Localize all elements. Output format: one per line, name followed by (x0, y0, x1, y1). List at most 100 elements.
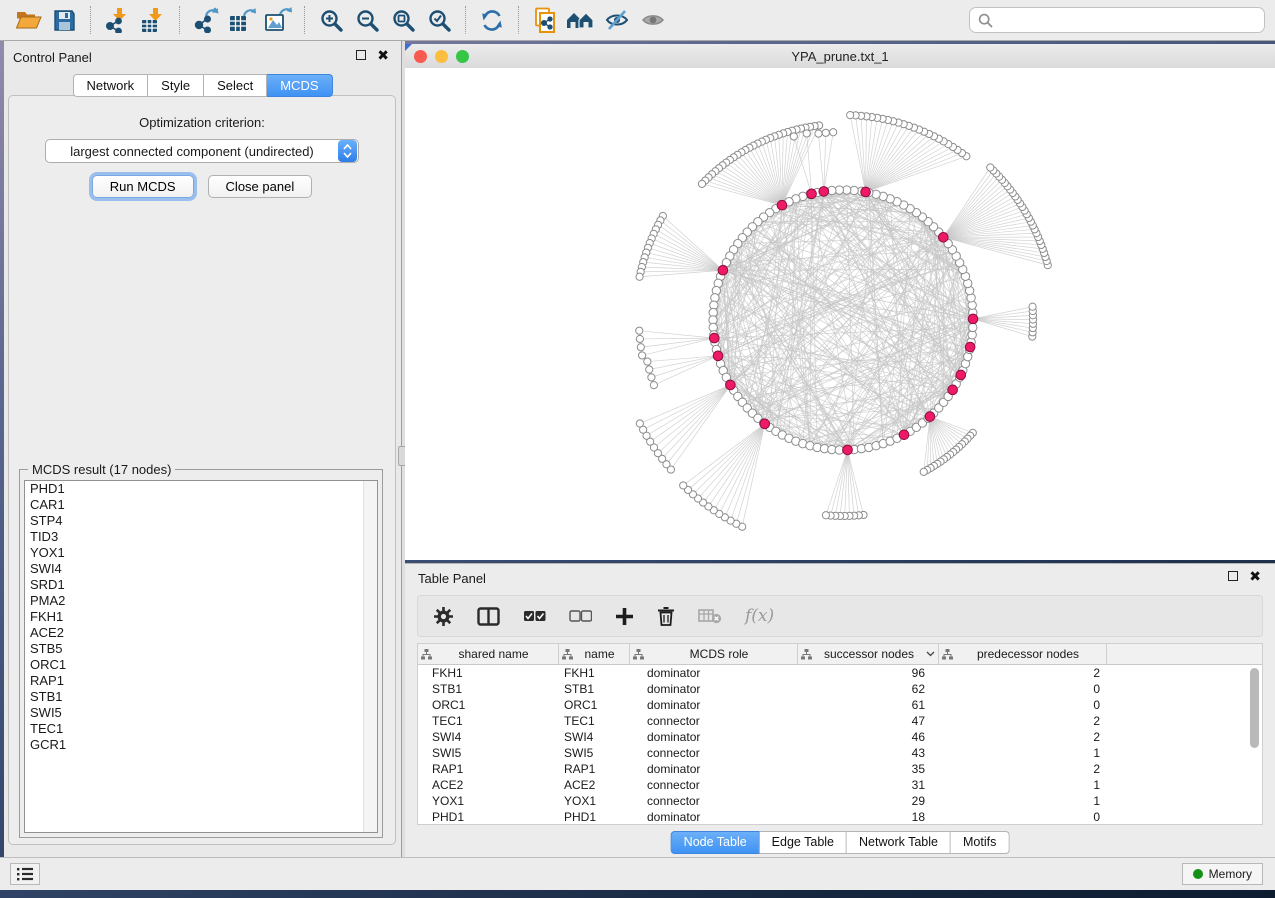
graph-mcds-node[interactable] (956, 370, 966, 380)
graph-mcds-node[interactable] (713, 351, 723, 361)
table-row[interactable]: SWI4SWI4dominator462 (418, 729, 1262, 745)
graph-node[interactable] (790, 133, 797, 140)
add-column-button[interactable] (615, 607, 634, 626)
mcds-result-item[interactable]: CAR1 (25, 497, 377, 513)
import-table-button[interactable] (135, 4, 171, 36)
graph-node[interactable] (830, 129, 837, 136)
export-network-button[interactable] (188, 4, 224, 36)
graph-node[interactable] (638, 352, 645, 359)
show-all-button[interactable] (635, 4, 671, 36)
search-box[interactable] (969, 7, 1265, 33)
mcds-list-scrollbar[interactable] (363, 481, 377, 832)
graph-mcds-node[interactable] (718, 265, 728, 275)
table-row[interactable]: FKH1FKH1dominator962 (418, 665, 1262, 681)
tab-motifs[interactable]: Motifs (951, 831, 1009, 854)
network-view-titlebar[interactable]: YPA_prune.txt_1 (405, 44, 1275, 69)
mcds-result-item[interactable]: RAP1 (25, 673, 377, 689)
column-header-successor-nodes[interactable]: successor nodes (798, 644, 939, 664)
delete-table-button[interactable] (698, 608, 722, 624)
mcds-result-list[interactable]: PHD1CAR1STP4TID3YOX1SWI4SRD1PMA2FKH1ACE2… (24, 480, 378, 833)
split-panel-button[interactable] (477, 607, 500, 626)
table-row[interactable]: ORC1ORC1dominator610 (418, 697, 1262, 713)
graph-node[interactable] (636, 327, 643, 334)
export-table-button[interactable] (224, 4, 260, 36)
float-panel-icon[interactable] (356, 50, 366, 60)
table-row[interactable]: TEC1TEC1connector472 (418, 713, 1262, 729)
graph-mcds-node[interactable] (843, 445, 853, 455)
graph-node[interactable] (987, 164, 994, 171)
column-header-shared-name[interactable]: shared name (418, 644, 559, 664)
mcds-result-item[interactable]: PHD1 (25, 481, 377, 497)
mcds-result-item[interactable]: STB1 (25, 689, 377, 705)
first-neighbors-button[interactable] (563, 4, 599, 36)
graph-node[interactable] (822, 129, 829, 136)
graph-node[interactable] (1029, 303, 1036, 310)
graph-node[interactable] (920, 468, 927, 475)
mcds-result-item[interactable]: YOX1 (25, 545, 377, 561)
tab-mcds[interactable]: MCDS (267, 74, 332, 97)
tab-select[interactable]: Select (204, 74, 267, 97)
graph-mcds-node[interactable] (709, 333, 719, 343)
memory-button[interactable]: Memory (1182, 863, 1263, 885)
import-network-button[interactable] (99, 4, 135, 36)
graph-node[interactable] (822, 512, 829, 519)
select-all-rows-button[interactable] (523, 609, 546, 623)
mcds-result-item[interactable]: TID3 (25, 529, 377, 545)
graph-node[interactable] (847, 112, 854, 119)
mcds-result-item[interactable]: STP4 (25, 513, 377, 529)
mcds-result-item[interactable]: GCR1 (25, 737, 377, 753)
status-menu-button[interactable] (10, 863, 40, 885)
mcds-result-item[interactable]: ORC1 (25, 657, 377, 673)
table-row[interactable]: PHD1PHD1dominator180 (418, 809, 1262, 825)
graph-mcds-node[interactable] (899, 430, 909, 440)
function-builder-button[interactable]: f(x) (745, 606, 774, 626)
zoom-in-button[interactable] (313, 4, 349, 36)
delete-columns-button[interactable] (657, 606, 675, 626)
graph-node[interactable] (636, 420, 643, 427)
table-row[interactable]: STB1STB1dominator620 (418, 681, 1262, 697)
graph-mcds-node[interactable] (861, 187, 871, 197)
table-row[interactable]: RAP1RAP1dominator352 (418, 761, 1262, 777)
table-row[interactable]: YOX1YOX1connector291 (418, 793, 1262, 809)
mcds-result-item[interactable]: PMA2 (25, 593, 377, 609)
table-settings-button[interactable] (433, 606, 454, 627)
graph-node[interactable] (680, 482, 687, 489)
minimize-window-icon[interactable] (435, 50, 448, 63)
close-panel-icon[interactable]: ✖ (1249, 571, 1261, 581)
column-header-predecessor-nodes[interactable]: predecessor nodes (939, 644, 1107, 664)
hide-selected-button[interactable] (599, 4, 635, 36)
graph-node[interactable] (636, 273, 643, 280)
column-header-name[interactable]: name (559, 644, 630, 664)
tab-network[interactable]: Network (72, 74, 148, 97)
mcds-result-item[interactable]: SWI4 (25, 561, 377, 577)
float-panel-icon[interactable] (1228, 571, 1238, 581)
run-mcds-button[interactable]: Run MCDS (92, 175, 194, 198)
splitter-collapse-icon[interactable] (405, 44, 412, 51)
new-network-from-selection-button[interactable] (527, 4, 563, 36)
graph-mcds-node[interactable] (760, 419, 770, 429)
save-session-button[interactable] (46, 4, 82, 36)
zoom-selected-button[interactable] (421, 4, 457, 36)
export-image-button[interactable] (260, 4, 296, 36)
graph-mcds-node[interactable] (948, 385, 958, 395)
table-row[interactable]: ACE2ACE2connector311 (418, 777, 1262, 793)
mcds-result-item[interactable]: SWI5 (25, 705, 377, 721)
maximize-window-icon[interactable] (456, 50, 469, 63)
mcds-result-item[interactable]: SRD1 (25, 577, 377, 593)
column-header-mcds-role[interactable]: MCDS role (630, 644, 798, 664)
graph-leaf-nodes[interactable] (636, 112, 1052, 531)
table-scrollbar-thumb[interactable] (1250, 668, 1259, 748)
graph-node[interactable] (803, 130, 810, 137)
deselect-all-rows-button[interactable] (569, 609, 592, 623)
mcds-result-item[interactable]: ACE2 (25, 625, 377, 641)
close-panel-button[interactable]: Close panel (208, 175, 313, 198)
graph-node[interactable] (646, 366, 653, 373)
graph-mcds-node[interactable] (819, 187, 829, 197)
mcds-result-item[interactable]: STB5 (25, 641, 377, 657)
graph-mcds-node[interactable] (939, 233, 949, 243)
graph-mcds-node[interactable] (965, 342, 975, 352)
graph-node[interactable] (698, 180, 705, 187)
zoom-fit-button[interactable] (385, 4, 421, 36)
mcds-result-item[interactable]: FKH1 (25, 609, 377, 625)
graph-mcds-node[interactable] (925, 412, 935, 422)
